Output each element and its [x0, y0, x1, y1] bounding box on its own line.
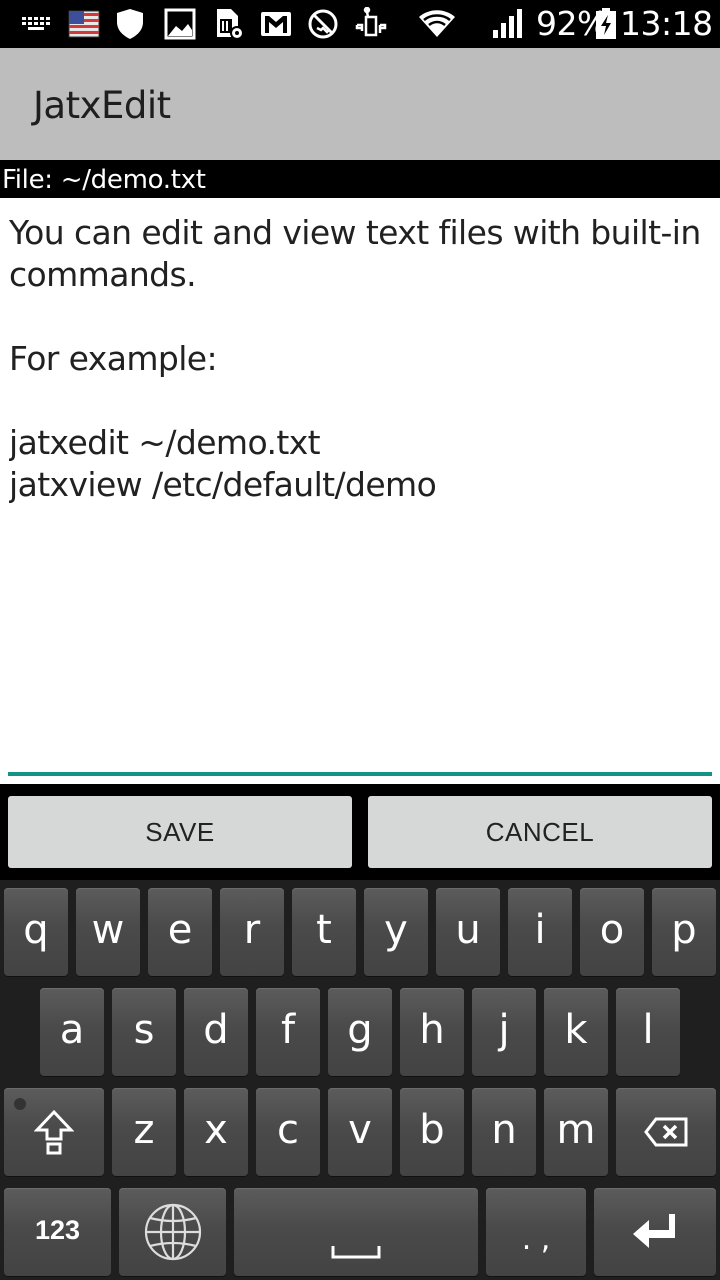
wifi-icon [418, 8, 456, 40]
key-q[interactable]: q [4, 888, 68, 976]
keyboard-icon [20, 8, 52, 40]
key-label: f [280, 1007, 296, 1053]
backspace-key[interactable] [616, 1088, 716, 1176]
key-label: s [133, 1007, 155, 1053]
key-label: . , [521, 1221, 551, 1257]
gmail-icon [260, 8, 292, 40]
key-j[interactable]: j [472, 988, 536, 1076]
app-title: JatxEdit [33, 84, 171, 127]
key-x[interactable]: x [184, 1088, 248, 1176]
key-t[interactable]: t [292, 888, 356, 976]
key-label: j [498, 1007, 510, 1053]
key-z[interactable]: z [112, 1088, 176, 1176]
action-buttons: SAVE CANCEL [0, 784, 720, 880]
key-label: p [671, 907, 697, 953]
key-label: h [419, 1007, 445, 1053]
punctuation-key[interactable]: . , [486, 1188, 586, 1276]
key-a[interactable]: a [40, 988, 104, 1076]
key-label: t [316, 907, 332, 953]
key-l[interactable]: l [616, 988, 680, 1076]
key-v[interactable]: v [328, 1088, 392, 1176]
key-label: u [455, 907, 481, 953]
enter-icon [631, 1212, 679, 1252]
clock: 13:18 [620, 4, 713, 43]
battery-charging-icon [594, 8, 618, 40]
key-b[interactable]: b [400, 1088, 464, 1176]
app-bar: JatxEdit [0, 48, 720, 160]
key-label: q [23, 907, 49, 953]
space-icon [331, 1245, 381, 1259]
globe-icon [143, 1202, 203, 1262]
shield-icon [116, 8, 144, 40]
signal-icon [492, 8, 524, 40]
key-n[interactable]: n [472, 1088, 536, 1176]
key-label: r [243, 907, 261, 953]
key-label: k [564, 1007, 588, 1053]
language-key[interactable] [119, 1188, 226, 1276]
cancel-button[interactable]: CANCEL [368, 796, 712, 868]
key-f[interactable]: f [256, 988, 320, 1076]
key-label: a [59, 1007, 85, 1053]
key-label: e [167, 907, 193, 953]
key-p[interactable]: p [652, 888, 716, 976]
key-o[interactable]: o [580, 888, 644, 976]
key-label: y [384, 907, 408, 953]
file-path-bar: File: ~/demo.txt [0, 160, 720, 198]
key-u[interactable]: u [436, 888, 500, 976]
key-w[interactable]: w [76, 888, 140, 976]
key-r[interactable]: r [220, 888, 284, 976]
key-label: g [347, 1007, 373, 1053]
image-icon [164, 8, 196, 40]
soft-keyboard: q w e r t y u i o p a s d f g h j k l z … [0, 880, 720, 1280]
file-path-label: File: ~/demo.txt [2, 165, 206, 195]
key-label: m [556, 1107, 596, 1153]
key-i[interactable]: i [508, 888, 572, 976]
key-c[interactable]: c [256, 1088, 320, 1176]
shift-icon [34, 1109, 74, 1155]
key-label: b [419, 1107, 445, 1153]
sim-settings-icon [214, 8, 244, 40]
key-label: i [534, 907, 546, 953]
key-label: 123 [34, 1214, 81, 1245]
android-debug-icon [354, 7, 388, 40]
shift-key[interactable] [4, 1088, 104, 1176]
key-label: l [642, 1007, 654, 1053]
call-blocked-icon [307, 8, 339, 40]
shift-indicator [14, 1098, 26, 1110]
key-label: d [203, 1007, 229, 1053]
key-d[interactable]: d [184, 988, 248, 1076]
key-s[interactable]: s [112, 988, 176, 1076]
key-e[interactable]: e [148, 888, 212, 976]
key-m[interactable]: m [544, 1088, 608, 1176]
status-bar: 92% 13:18 [0, 0, 720, 48]
key-k[interactable]: k [544, 988, 608, 1076]
backspace-icon [644, 1117, 688, 1147]
key-label: n [491, 1107, 517, 1153]
key-y[interactable]: y [364, 888, 428, 976]
key-label: w [91, 907, 125, 953]
key-label: o [599, 907, 625, 953]
numbers-key[interactable]: 123 [4, 1188, 111, 1276]
space-key[interactable] [234, 1188, 478, 1276]
enter-key[interactable] [594, 1188, 716, 1276]
us-flag-icon [68, 8, 100, 40]
key-g[interactable]: g [328, 988, 392, 1076]
key-label: v [348, 1107, 372, 1153]
save-button[interactable]: SAVE [8, 796, 352, 868]
key-label: x [204, 1107, 228, 1153]
key-h[interactable]: h [400, 988, 464, 1076]
editor-area: You can edit and view text files with bu… [0, 198, 720, 784]
key-label: z [133, 1107, 155, 1153]
key-label: c [277, 1107, 299, 1153]
editor-focus-underline [8, 772, 712, 776]
editor-text-input[interactable]: You can edit and view text files with bu… [9, 212, 715, 762]
